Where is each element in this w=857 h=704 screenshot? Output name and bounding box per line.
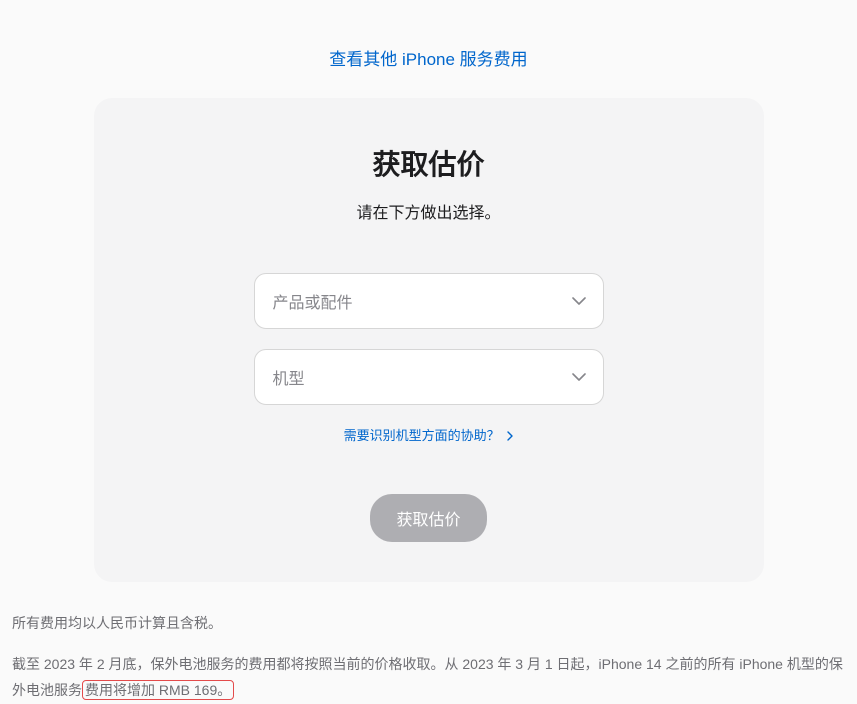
product-select[interactable]: 产品或配件	[254, 273, 604, 329]
footer-note-2-highlight: 费用将增加 RMB 169。	[82, 680, 234, 700]
product-select-placeholder: 产品或配件	[273, 289, 353, 313]
footer-note-1: 所有费用均以人民币计算且含税。	[12, 610, 845, 637]
product-select-wrap: 产品或配件	[254, 273, 604, 329]
other-services-link[interactable]: 查看其他 iPhone 服务费用	[329, 50, 527, 69]
footer-notes: 所有费用均以人民币计算且含税。 截至 2023 年 2 月底，保外电池服务的费用…	[10, 582, 847, 704]
card-title: 获取估价	[134, 143, 724, 183]
identify-model-help-link[interactable]: 需要识别机型方面的协助？	[344, 428, 514, 443]
get-estimate-button[interactable]: 获取估价	[370, 494, 486, 542]
model-select[interactable]: 机型	[254, 349, 604, 405]
help-link-container: 需要识别机型方面的协助？	[134, 425, 724, 444]
chevron-right-icon	[507, 429, 513, 444]
help-link-label: 需要识别机型方面的协助？	[344, 428, 500, 443]
model-select-wrap: 机型	[254, 349, 604, 405]
footer-note-2: 截至 2023 年 2 月底，保外电池服务的费用都将按照当前的价格收取。从 20…	[12, 651, 845, 704]
model-select-placeholder: 机型	[273, 365, 305, 389]
estimate-card: 获取估价 请在下方做出选择。 产品或配件 机型 需要识别机型方面的协助？	[94, 98, 764, 582]
top-link-container: 查看其他 iPhone 服务费用	[10, 0, 847, 98]
card-subtitle: 请在下方做出选择。	[134, 199, 724, 223]
